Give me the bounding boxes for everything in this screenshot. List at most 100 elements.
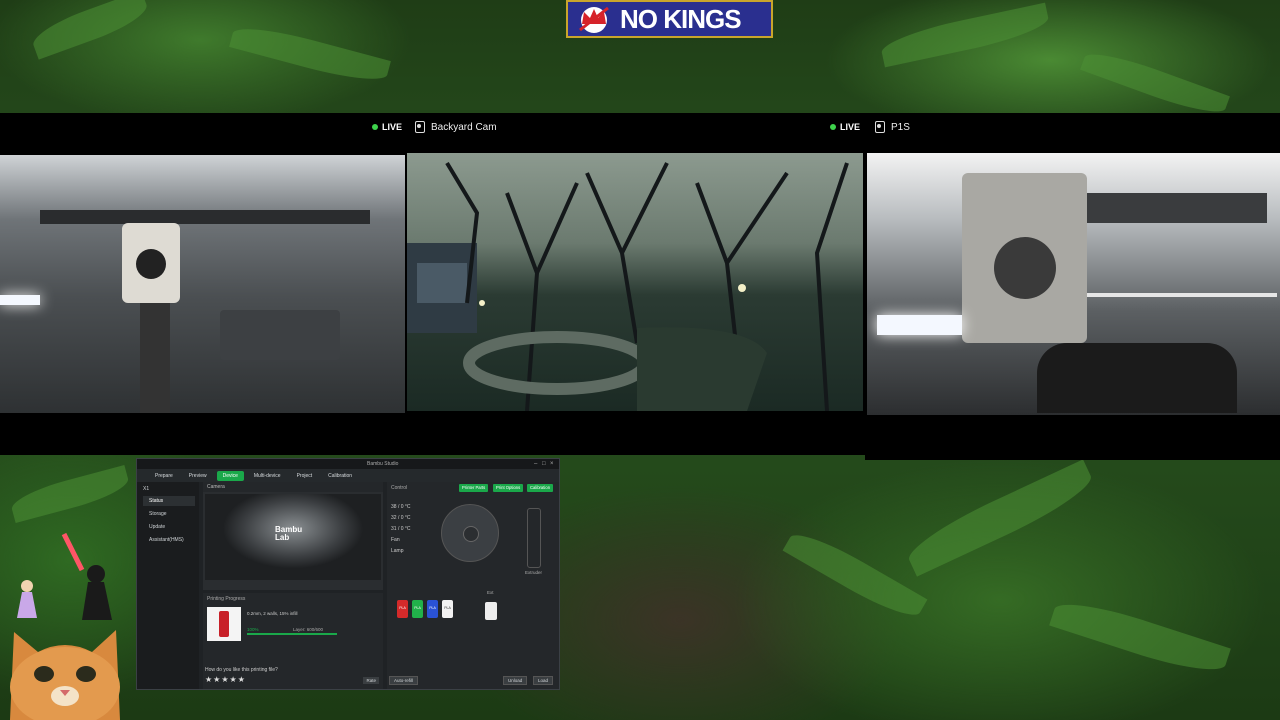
leaf-decoration bbox=[878, 2, 1052, 68]
load-button[interactable]: Load bbox=[533, 676, 554, 685]
camera-section: Camera Bambu Lab bbox=[203, 482, 383, 590]
control-section: Control Printer Parts Print Options Cali… bbox=[387, 482, 559, 689]
fan-label[interactable]: Fan bbox=[391, 535, 411, 546]
ams-spools: PLA PLA PLA PLA bbox=[397, 600, 453, 618]
close-icon[interactable]: × bbox=[550, 461, 554, 467]
printer-parts-button[interactable]: Printer Parts bbox=[459, 484, 489, 492]
print-options-button[interactable]: Print Options bbox=[493, 484, 524, 492]
printing-progress-section: Printing Progress 0.2mm, 2 walls, 15% in… bbox=[203, 593, 383, 689]
tab-calibration[interactable]: Calibration bbox=[322, 471, 358, 481]
spool-slot-2[interactable]: PLA bbox=[412, 600, 423, 618]
gantry-rail bbox=[40, 210, 370, 224]
live-indicator: LIVE bbox=[372, 122, 402, 132]
tab-device[interactable]: Device bbox=[216, 470, 244, 481]
camera-icon bbox=[415, 121, 425, 133]
external-spool[interactable] bbox=[485, 602, 497, 620]
nozzle-temp[interactable]: 38 / 0 °C bbox=[391, 502, 411, 513]
tab-multi-device[interactable]: Multi-device bbox=[248, 471, 287, 481]
tab-prepare[interactable]: Prepare bbox=[149, 471, 179, 481]
leaf-decoration bbox=[1049, 593, 1231, 681]
calibration-button[interactable]: Calibration bbox=[527, 484, 554, 492]
camera-header: Backyard Cam bbox=[405, 113, 865, 141]
printer-camera-view: Bambu Lab bbox=[205, 494, 381, 580]
lamp-label[interactable]: Lamp bbox=[391, 546, 411, 557]
camera-icon bbox=[875, 121, 885, 133]
camera-feed bbox=[0, 155, 405, 413]
toolhead-lens bbox=[136, 249, 166, 279]
backyard-scene bbox=[407, 161, 849, 411]
leaf-decoration bbox=[901, 459, 1099, 577]
live-label: LIVE bbox=[840, 122, 861, 132]
crown-icon bbox=[574, 4, 614, 34]
z-axis-control[interactable] bbox=[527, 508, 541, 568]
camera-panel-backyard: Backyard Cam LIVE bbox=[405, 113, 865, 455]
live-indicator: LIVE bbox=[830, 122, 860, 132]
tab-project[interactable]: Project bbox=[291, 471, 319, 481]
unload-button[interactable]: Unload bbox=[503, 676, 528, 685]
sidebar-item-hms[interactable]: Assistant(HMS) bbox=[143, 535, 195, 545]
gantry-rail bbox=[1067, 193, 1267, 223]
logo-line-2: Lab bbox=[275, 533, 290, 542]
window-title: Bambu Studio bbox=[367, 461, 399, 467]
character-sticker-vader bbox=[56, 530, 116, 620]
auto-refill-button[interactable]: Auto-refill bbox=[389, 676, 419, 685]
bambu-logo: Bambu Lab bbox=[275, 526, 302, 542]
toolhead bbox=[962, 173, 1087, 343]
live-dot-icon bbox=[372, 124, 378, 130]
print-object bbox=[140, 303, 170, 413]
build-plate bbox=[220, 310, 340, 360]
rod bbox=[1087, 293, 1277, 297]
rating-question: How do you like this printing file? bbox=[205, 667, 278, 673]
toolhead-lens bbox=[994, 237, 1056, 299]
spool-slot-1[interactable]: PLA bbox=[397, 600, 408, 618]
print-file-info: 0.2mm, 2 walls, 15% infill bbox=[247, 611, 298, 616]
tab-preview[interactable]: Preview bbox=[183, 471, 213, 481]
spool-slot-4[interactable]: PLA bbox=[442, 600, 453, 618]
temperature-readouts: 38 / 0 °C 32 / 0 °C 31 / 0 °C Fan Lamp bbox=[391, 502, 411, 557]
camera-header: P1S bbox=[865, 113, 1280, 141]
light-strip bbox=[877, 315, 962, 335]
control-header: Control bbox=[391, 485, 408, 491]
toolhead bbox=[122, 223, 180, 303]
rate-button[interactable]: Rate bbox=[363, 677, 379, 684]
minimize-icon[interactable]: – bbox=[534, 461, 537, 467]
live-dot-icon bbox=[830, 124, 836, 130]
banner-text: NO KINGS bbox=[620, 3, 742, 34]
camera-feed bbox=[407, 153, 863, 411]
printer-selector[interactable]: X1 bbox=[143, 486, 149, 492]
print-thumbnail bbox=[207, 607, 241, 641]
light-strip bbox=[0, 295, 40, 305]
title-bar: Bambu Studio – □ × bbox=[137, 459, 559, 469]
progress-bar bbox=[247, 633, 337, 635]
character-sticker-princess bbox=[14, 578, 40, 618]
chamber-temp[interactable]: 31 / 0 °C bbox=[391, 524, 411, 535]
camera-name: Backyard Cam bbox=[431, 121, 497, 133]
bambu-studio-window[interactable]: Bambu Studio – □ × Prepare Preview Devic… bbox=[136, 458, 560, 690]
progress-percent: 100% bbox=[247, 627, 259, 632]
leaf-decoration bbox=[8, 464, 132, 524]
live-label: LIVE bbox=[382, 122, 403, 132]
star-rating[interactable]: ★★★★★ bbox=[205, 675, 246, 684]
camera-panel-p1s: P1S bbox=[865, 113, 1280, 460]
camera-name: P1S bbox=[891, 121, 910, 133]
sidebar-item-status[interactable]: Status bbox=[143, 496, 195, 506]
extruder-label: Extruder bbox=[525, 570, 543, 575]
leaf-decoration bbox=[28, 0, 152, 60]
progress-fill bbox=[247, 633, 337, 635]
bed-temp[interactable]: 32 / 0 °C bbox=[391, 513, 411, 524]
maximize-icon[interactable]: □ bbox=[542, 461, 546, 467]
sidebar-item-update[interactable]: Update bbox=[143, 522, 195, 532]
movement-joystick[interactable] bbox=[441, 504, 499, 562]
camera-feed bbox=[867, 153, 1280, 415]
spool-slot-3[interactable]: PLA bbox=[427, 600, 438, 618]
leaf-decoration bbox=[782, 524, 928, 626]
sidebar-item-storage[interactable]: Storage bbox=[143, 509, 195, 519]
main-tabs: Prepare Preview Device Multi-device Proj… bbox=[137, 469, 559, 482]
device-sidebar: X1 Status Storage Update Assistant(HMS) bbox=[137, 482, 199, 689]
camera-header: Camera bbox=[203, 482, 383, 492]
print-object bbox=[1037, 343, 1237, 413]
leaf-decoration bbox=[229, 19, 391, 89]
no-kings-banner: NO KINGS bbox=[566, 0, 773, 38]
progress-header: Printing Progress bbox=[207, 596, 246, 602]
ext-label: Ext bbox=[487, 590, 494, 595]
